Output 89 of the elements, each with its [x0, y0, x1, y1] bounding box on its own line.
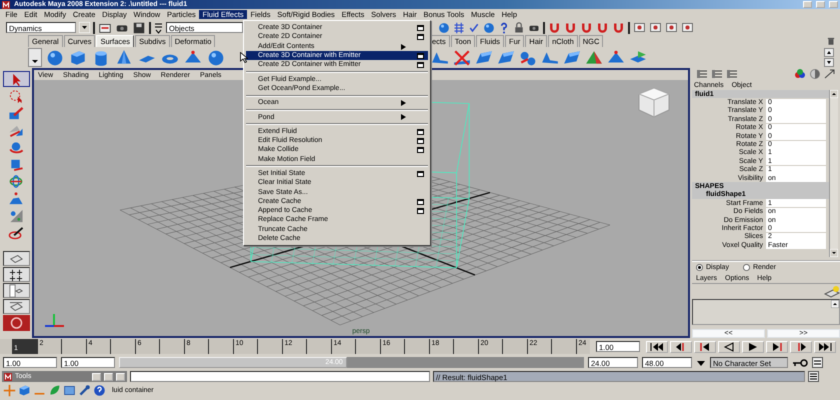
channel-box-icon[interactable]	[696, 69, 708, 79]
layout-button[interactable]	[2, 299, 30, 314]
magnet-icon[interactable]	[612, 21, 625, 34]
soft-modify-icon[interactable]	[8, 190, 24, 206]
maximize-button[interactable]	[104, 372, 113, 380]
option-box-icon[interactable]	[417, 198, 424, 205]
layout-icon[interactable]	[8, 268, 24, 282]
arrow-icon[interactable]	[824, 69, 836, 79]
command-input-field[interactable]	[130, 371, 430, 382]
scroll-down-icon[interactable]	[830, 249, 838, 257]
render-icon[interactable]	[633, 21, 646, 34]
maya-logo-icon	[2, 0, 10, 8]
save-icon[interactable]	[132, 20, 146, 34]
radio-button[interactable]	[742, 264, 750, 271]
cross-out-icon[interactable]	[452, 48, 472, 66]
ramp-icon[interactable]	[474, 48, 494, 66]
new-layer-icon[interactable]	[824, 285, 840, 298]
scroll-arrows-icon[interactable]	[824, 48, 834, 67]
filter-icon[interactable]	[154, 22, 163, 34]
skip-to-end-button[interactable]	[814, 340, 836, 352]
sphere-icon[interactable]	[483, 22, 495, 34]
help-icon[interactable]	[498, 22, 510, 34]
tool-settings-icon[interactable]	[726, 69, 738, 79]
step-back-frame-button[interactable]	[694, 340, 716, 352]
option-box-icon[interactable]	[417, 52, 424, 59]
key-icon[interactable]	[792, 358, 808, 368]
option-box-icon[interactable]	[417, 25, 424, 31]
attribute-editor-icon[interactable]	[711, 69, 723, 79]
dropdown-arrow-icon[interactable]	[79, 22, 90, 33]
layout-button[interactable]	[2, 267, 30, 282]
tool-button[interactable]	[2, 71, 30, 87]
sphere-icon[interactable]	[438, 22, 450, 34]
rotate-tool-icon[interactable]	[8, 140, 24, 154]
render-icon[interactable]	[681, 21, 694, 34]
script-editor-icon[interactable]	[808, 371, 819, 382]
close-button[interactable]	[116, 372, 125, 380]
cube-icon[interactable]	[18, 384, 31, 397]
lock-icon[interactable]	[513, 22, 525, 34]
play-forward-button[interactable]	[742, 340, 764, 352]
brush-ring-icon[interactable]	[8, 224, 24, 240]
skip-to-start-button[interactable]	[646, 340, 668, 352]
scroll-up-icon[interactable]	[831, 300, 839, 308]
ramp-icon[interactable]	[562, 48, 582, 66]
magnet-icon[interactable]	[564, 21, 577, 34]
window-icon[interactable]	[63, 384, 76, 397]
option-box-icon[interactable]	[417, 208, 424, 214]
check-icon[interactable]	[468, 22, 480, 34]
step-forward-frame-button[interactable]	[766, 340, 788, 352]
magnet-icon[interactable]	[596, 21, 609, 34]
magnet-icon[interactable]	[548, 21, 561, 34]
option-box-icon[interactable]	[417, 62, 424, 68]
shelf-menu-icon[interactable]	[28, 48, 42, 67]
option-box-icon[interactable]	[417, 138, 424, 144]
magnet-icon[interactable]	[580, 21, 593, 34]
trash-icon[interactable]	[826, 36, 836, 46]
axis-indicator-icon	[45, 314, 64, 327]
step-forward-key-button[interactable]	[790, 340, 812, 352]
option-box-icon[interactable]	[417, 34, 424, 40]
grid-icon[interactable]	[453, 22, 465, 34]
option-box-icon[interactable]	[417, 170, 424, 177]
play-backward-button[interactable]	[718, 340, 740, 352]
color-channels-icon[interactable]	[794, 69, 806, 79]
view-cube-icon[interactable]	[638, 87, 670, 118]
maya-logo-icon	[2, 315, 30, 331]
ramp-icon[interactable]	[496, 48, 516, 66]
help-icon[interactable]	[93, 384, 106, 397]
lasso-icon[interactable]	[8, 88, 24, 104]
radio-button[interactable]	[696, 264, 703, 271]
restore-button[interactable]	[92, 372, 101, 380]
wrench-icon[interactable]	[78, 384, 91, 397]
layout-icon[interactable]	[8, 284, 24, 298]
manipulator-icon[interactable]	[8, 174, 24, 188]
skip-to-end-icon[interactable]	[817, 340, 833, 352]
option-box-icon[interactable]	[417, 128, 424, 135]
terrain-sheet-icon[interactable]	[584, 48, 604, 66]
layout-button[interactable]	[2, 251, 30, 266]
settings-icon[interactable]	[812, 357, 823, 368]
layout-button[interactable]	[2, 283, 30, 298]
sphere-icon[interactable]	[206, 48, 226, 66]
maya-logo-icon	[4, 372, 12, 380]
skip-to-start-icon[interactable]	[649, 340, 665, 352]
render-icon[interactable]	[665, 21, 678, 34]
half-circle-icon[interactable]	[809, 69, 821, 79]
paint-brush-icon[interactable]	[8, 106, 24, 120]
render-icon[interactable]	[649, 21, 662, 34]
step-back-key-button[interactable]	[670, 340, 692, 352]
option-box-icon[interactable]	[417, 147, 424, 154]
layout-icon[interactable]	[8, 300, 24, 314]
scrollbar[interactable]	[829, 90, 838, 257]
